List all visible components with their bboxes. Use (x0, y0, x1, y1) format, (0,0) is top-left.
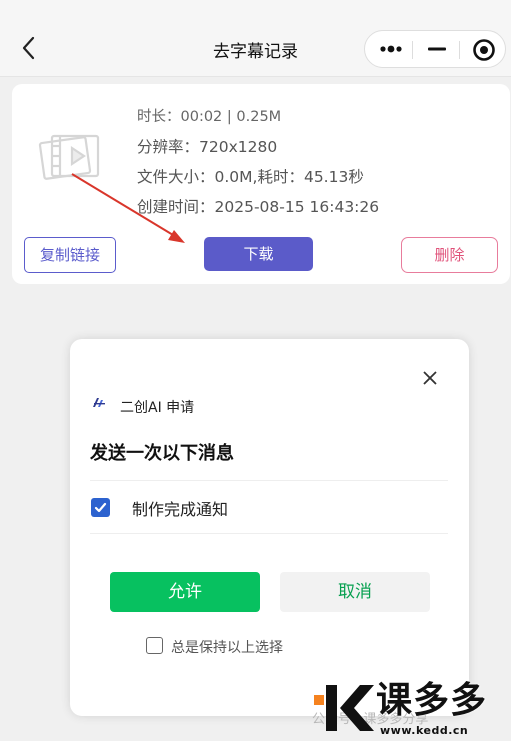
capsule-divider (412, 41, 413, 59)
record-file-info: 文件大小：0.0M,耗时：45.13秒 (137, 168, 364, 186)
brand-name: 课多多 (376, 680, 488, 721)
app-name: 二创AI 申请 (120, 400, 195, 416)
subscribe-dialog: 二创AI 申请 发送一次以下消息 制作完成通知 允许 取消 总是保持以上选择 (70, 339, 469, 716)
dialog-title: 发送一次以下消息 (90, 443, 234, 464)
notify-option-label[interactable]: 制作完成通知 (132, 496, 228, 520)
download-button[interactable]: 下载 (204, 237, 313, 271)
keep-choice-checkbox[interactable] (146, 637, 163, 654)
more-icon[interactable] (377, 39, 403, 59)
record-created-time: 创建时间：2025-08-15 16:43:26 (137, 198, 380, 216)
delete-button[interactable]: 删除 (401, 237, 498, 273)
record-card: 时长：00:02 | 0.25M 分辨率：720x1280 文件大小：0.0M,… (12, 84, 510, 284)
allow-button[interactable]: 允许 (110, 572, 260, 612)
minimize-icon[interactable] (425, 39, 449, 59)
divider (90, 480, 448, 481)
close-miniprogram-icon[interactable] (471, 37, 497, 63)
brand-url: www.kedd.cn (380, 724, 469, 737)
copy-link-button[interactable]: 复制链接 (24, 237, 116, 273)
nav-bar: 去字幕记录 (0, 0, 511, 77)
close-icon[interactable] (420, 368, 440, 388)
keep-choice-label[interactable]: 总是保持以上选择 (171, 637, 283, 657)
cancel-button[interactable]: 取消 (280, 572, 430, 612)
capsule-menu (364, 30, 506, 68)
video-file-icon (38, 134, 100, 180)
record-resolution: 分辨率：720x1280 (137, 138, 278, 156)
check-icon (94, 502, 107, 513)
notify-checkbox[interactable] (91, 498, 110, 517)
divider (90, 533, 448, 534)
brand-k-icon (314, 685, 374, 731)
app-logo-icon (93, 398, 105, 407)
brand-logo: 课多多 www.kedd.cn (312, 681, 510, 741)
record-info: 时长：00:02 | 0.25M 分辨率：720x1280 文件大小：0.0M,… (137, 102, 379, 222)
record-duration: 时长：00:02 | 0.25M (137, 109, 282, 125)
capsule-divider (459, 41, 460, 59)
